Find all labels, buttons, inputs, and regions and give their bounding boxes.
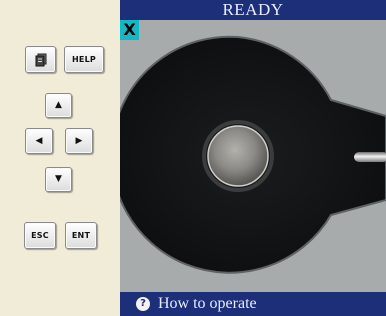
help-button[interactable]: HELP: [64, 46, 104, 73]
status-bar: READY: [120, 0, 386, 20]
how-to-operate-bar[interactable]: ? How to operate: [120, 292, 386, 316]
document-icon: [35, 53, 46, 66]
esc-button-label: ESC: [31, 231, 49, 240]
help-button-label: HELP: [72, 55, 96, 64]
camera-view: [120, 20, 386, 292]
ent-button-label: ENT: [71, 231, 91, 240]
down-arrow-button[interactable]: ▼: [45, 167, 72, 192]
probe-rod: [354, 152, 386, 162]
question-icon: ?: [136, 297, 150, 311]
up-arrow-button[interactable]: ▲: [45, 93, 72, 118]
help-text: How to operate: [158, 295, 257, 312]
left-arrow-icon: ◀: [35, 135, 43, 146]
right-arrow-button[interactable]: ▶: [65, 128, 93, 154]
x-marker: X: [120, 20, 139, 40]
esc-button[interactable]: ESC: [24, 222, 56, 249]
down-arrow-icon: ▼: [55, 174, 62, 184]
control-panel: HELP ▲ ◀ ▶ ▼ ESC ENT: [0, 0, 120, 316]
ent-button[interactable]: ENT: [65, 222, 97, 249]
display-screen: READY X ? How to operate: [120, 0, 386, 316]
menu-button[interactable]: [25, 46, 56, 73]
left-arrow-button[interactable]: ◀: [25, 128, 53, 154]
right-arrow-icon: ▶: [75, 135, 83, 146]
up-arrow-icon: ▲: [55, 100, 62, 110]
lens-circle: [207, 125, 269, 187]
